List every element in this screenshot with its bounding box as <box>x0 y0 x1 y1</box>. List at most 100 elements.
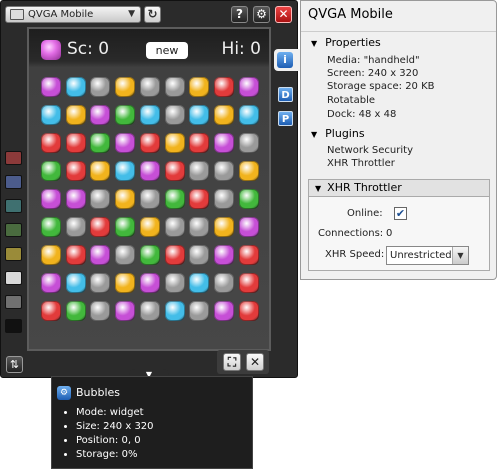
properties-header[interactable]: ▼ Properties <box>311 36 381 49</box>
gem-cell[interactable] <box>115 77 136 97</box>
rotate-button[interactable]: ⇅ <box>6 356 23 373</box>
gem-cell[interactable] <box>41 133 61 153</box>
xhr-throttler-header[interactable]: ▼ XHR Throttler <box>309 180 489 197</box>
gem-cell[interactable] <box>238 301 259 321</box>
gem-cell[interactable] <box>164 189 185 209</box>
gem-cell[interactable] <box>139 77 160 97</box>
gem-cell[interactable] <box>115 245 136 265</box>
gem-cell[interactable] <box>115 301 136 321</box>
gem-cell[interactable] <box>164 161 185 181</box>
gem-cell[interactable] <box>65 301 86 321</box>
help-button[interactable]: ? <box>231 6 248 23</box>
gem-cell[interactable] <box>41 273 61 293</box>
gem-cell[interactable] <box>164 133 185 153</box>
gem-cell[interactable] <box>139 245 160 265</box>
close-button[interactable]: ✕ <box>275 6 292 23</box>
settings-button[interactable]: ⚙ <box>253 6 270 23</box>
gem-cell[interactable] <box>41 161 61 181</box>
device-select[interactable]: QVGA Mobile ▼ <box>5 6 141 23</box>
gem-cell[interactable] <box>213 161 234 181</box>
gem-cell[interactable] <box>189 105 210 125</box>
gem-cell[interactable] <box>164 105 185 125</box>
gem-cell[interactable] <box>115 273 136 293</box>
gem-cell[interactable] <box>41 301 61 321</box>
gem-cell[interactable] <box>41 245 61 265</box>
color-swatch[interactable] <box>5 295 22 309</box>
gem-cell[interactable] <box>90 77 111 97</box>
gem-cell[interactable] <box>189 189 210 209</box>
gem-cell[interactable] <box>90 161 111 181</box>
gem-cell[interactable] <box>139 273 160 293</box>
color-swatch[interactable] <box>5 271 22 285</box>
color-swatch[interactable] <box>5 151 22 165</box>
gem-cell[interactable] <box>65 161 86 181</box>
gem-cell[interactable] <box>189 301 210 321</box>
gem-cell[interactable] <box>90 217 111 237</box>
d-button[interactable]: D <box>278 87 293 102</box>
xhr-speed-select[interactable]: Unrestricted ▼ <box>386 246 469 265</box>
fit-screen-button[interactable]: ⛶ <box>223 353 241 371</box>
gem-cell[interactable] <box>164 217 185 237</box>
gem-cell[interactable] <box>238 245 259 265</box>
gem-cell[interactable] <box>189 245 210 265</box>
gem-cell[interactable] <box>115 105 136 125</box>
gem-cell[interactable] <box>139 301 160 321</box>
color-swatch[interactable] <box>5 247 22 261</box>
gem-cell[interactable] <box>189 217 210 237</box>
gem-cell[interactable] <box>189 161 210 181</box>
color-swatch[interactable] <box>5 223 22 237</box>
gem-cell[interactable] <box>115 161 136 181</box>
gem-cell[interactable] <box>65 245 86 265</box>
gem-cell[interactable] <box>115 217 136 237</box>
gem-cell[interactable] <box>164 273 185 293</box>
gem-cell[interactable] <box>139 189 160 209</box>
gem-cell[interactable] <box>65 217 86 237</box>
gem-cell[interactable] <box>115 133 136 153</box>
gem-cell[interactable] <box>213 245 234 265</box>
info-tab[interactable]: i <box>274 49 300 71</box>
color-swatch[interactable] <box>5 175 22 189</box>
gem-cell[interactable] <box>41 217 61 237</box>
gem-cell[interactable] <box>189 133 210 153</box>
gem-cell[interactable] <box>238 77 259 97</box>
gem-cell[interactable] <box>65 77 86 97</box>
color-swatch[interactable] <box>5 199 22 213</box>
gem-cell[interactable] <box>90 105 111 125</box>
gem-cell[interactable] <box>90 133 111 153</box>
gem-cell[interactable] <box>238 161 259 181</box>
gem-cell[interactable] <box>41 105 61 125</box>
gem-cell[interactable] <box>213 217 234 237</box>
gem-cell[interactable] <box>65 105 86 125</box>
gem-cell[interactable] <box>189 77 210 97</box>
gem-cell[interactable] <box>164 245 185 265</box>
plugins-header[interactable]: ▼ Plugins <box>311 127 365 140</box>
new-game-button[interactable]: new <box>146 42 188 59</box>
gem-cell[interactable] <box>139 217 160 237</box>
close-screen-button[interactable]: ✕ <box>246 353 264 371</box>
gem-cell[interactable] <box>238 133 259 153</box>
gem-cell[interactable] <box>213 105 234 125</box>
refresh-button[interactable]: ↻ <box>144 6 161 23</box>
p-button[interactable]: P <box>278 111 293 126</box>
gem-cell[interactable] <box>139 105 160 125</box>
gem-cell[interactable] <box>41 189 61 209</box>
gem-cell[interactable] <box>213 189 234 209</box>
gem-cell[interactable] <box>164 301 185 321</box>
gem-cell[interactable] <box>139 133 160 153</box>
gem-cell[interactable] <box>213 77 234 97</box>
gem-cell[interactable] <box>115 189 136 209</box>
gem-cell[interactable] <box>238 217 259 237</box>
gem-cell[interactable] <box>238 273 259 293</box>
gem-cell[interactable] <box>65 189 86 209</box>
gem-cell[interactable] <box>213 301 234 321</box>
online-checkbox[interactable]: ✔ <box>394 207 407 220</box>
gem-cell[interactable] <box>238 189 259 209</box>
gem-cell[interactable] <box>90 301 111 321</box>
gem-cell[interactable] <box>90 245 111 265</box>
gem-cell[interactable] <box>90 273 111 293</box>
color-swatch[interactable] <box>5 319 22 333</box>
gem-cell[interactable] <box>189 273 210 293</box>
gem-cell[interactable] <box>90 189 111 209</box>
gem-cell[interactable] <box>139 161 160 181</box>
gem-cell[interactable] <box>41 77 61 97</box>
